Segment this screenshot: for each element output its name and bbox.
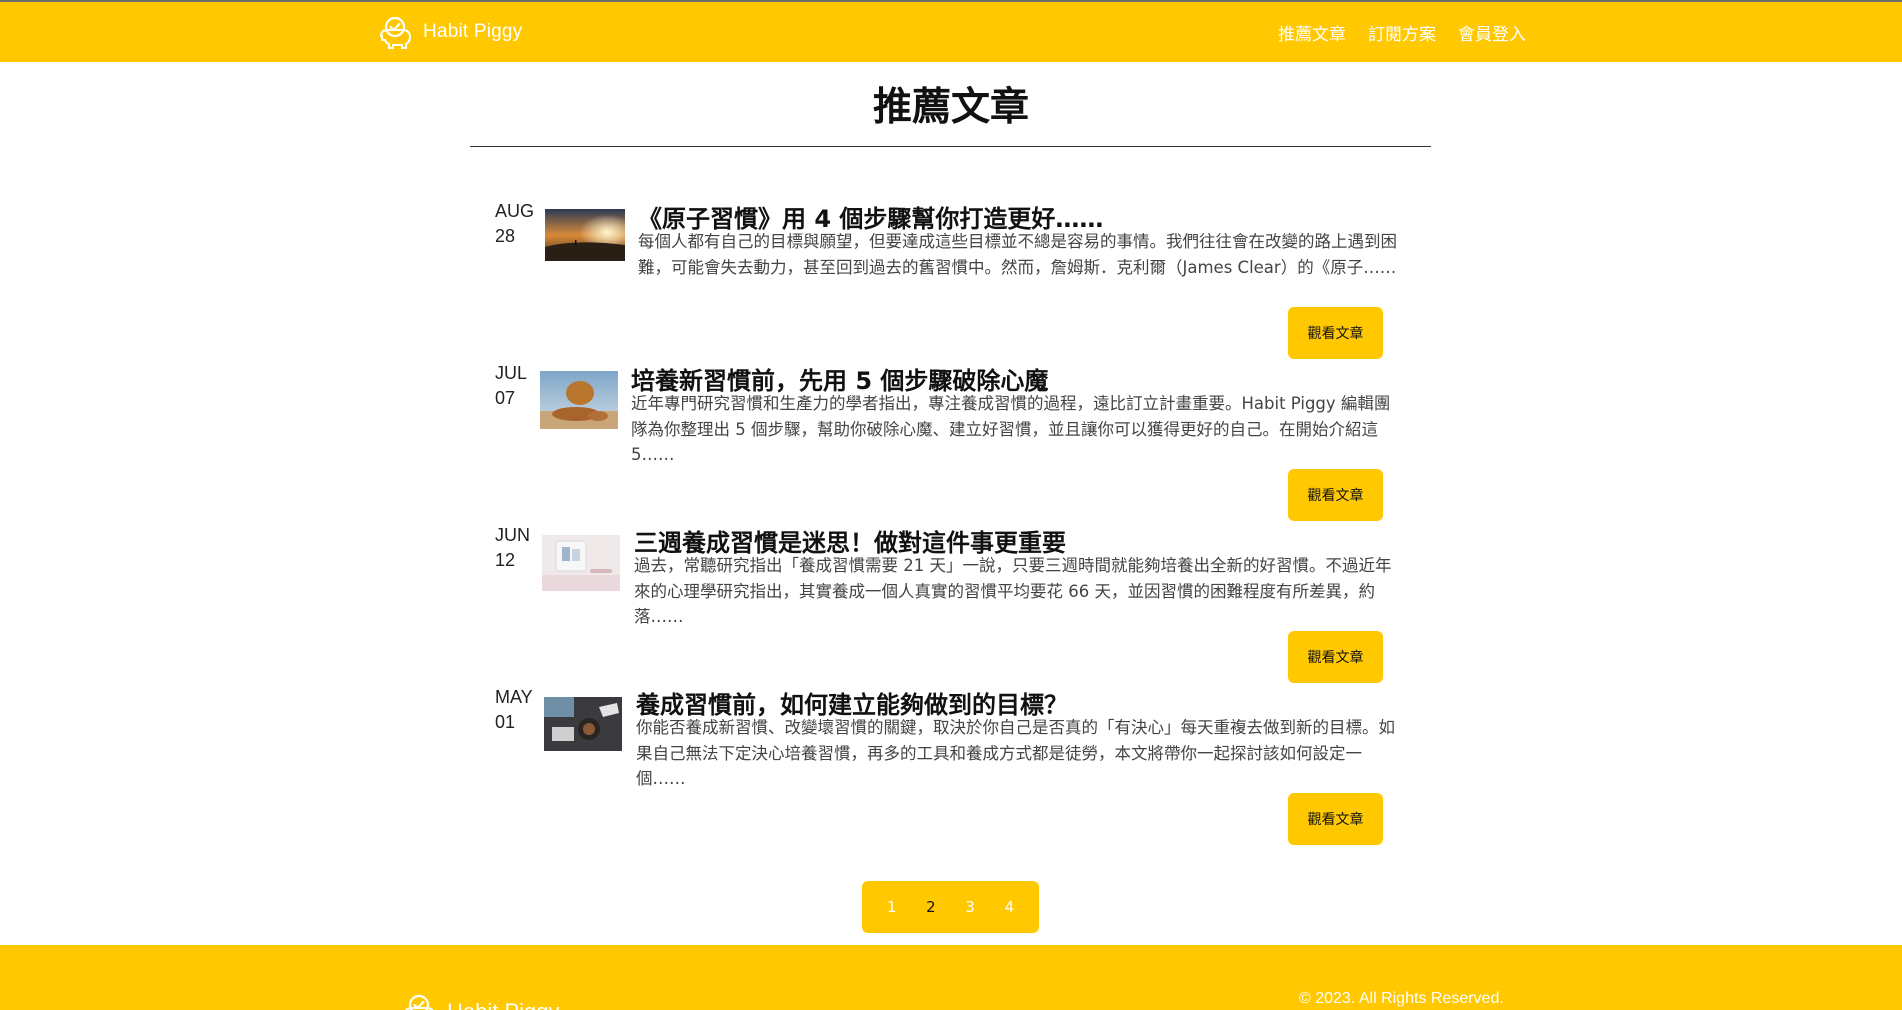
footer-brand-logo[interactable]: Habit Piggy	[401, 992, 560, 1010]
brand-logo[interactable]: Habit Piggy	[377, 14, 522, 50]
navbar: Habit Piggy 推薦文章 訂閱方案 會員登入	[0, 2, 1902, 62]
article-excerpt: 每個人都有自己的目標與願望，但要達成這些目標並不總是容易的事情。我們往往會在改變…	[638, 232, 1397, 277]
article-excerpt: 你能否養成新習慣、改變壞習慣的關鍵，取決於你自己是否真的「有決心」每天重複去做到…	[636, 718, 1395, 788]
article-thumbnail[interactable]	[545, 209, 625, 261]
article-month: MAY	[495, 687, 533, 707]
piggy-icon	[401, 992, 441, 1010]
main-nav: 推薦文章 訂閱方案 會員登入	[1278, 20, 1526, 45]
article-item: JUN 12 三週養成習慣是迷思！做對這件事更重要 過去，常聽研究指出「養成習慣…	[495, 523, 1405, 683]
article-day: 12	[495, 550, 516, 570]
nav-link-articles[interactable]: 推薦文章	[1278, 20, 1346, 45]
article-month: AUG	[495, 201, 535, 221]
page-4-button[interactable]: 4	[997, 898, 1021, 916]
pagination: 1 2 3 4	[862, 881, 1039, 933]
article-date: MAY 01	[495, 685, 533, 735]
read-article-button[interactable]: 觀看文章	[1288, 793, 1383, 845]
article-thumbnail[interactable]	[540, 371, 618, 429]
article-excerpt: 近年專門研究習慣和生產力的學者指出，專注養成習慣的過程，遠比訂立計畫重要。Hab…	[631, 394, 1391, 464]
piggy-icon	[377, 14, 417, 50]
article-item: AUG 28 《原子習慣》用 4 個步驟幫你打造更好…… 每個人都有自己的目標與	[495, 199, 1405, 359]
page-3-button[interactable]: 3	[958, 898, 982, 916]
article-month: JUL	[495, 363, 528, 383]
article-date: JUL 07	[495, 361, 527, 411]
article-excerpt: 過去，常聽研究指出「養成習慣需要 21 天」一說，只要三週時間就能夠培養出全新的…	[634, 556, 1392, 626]
read-article-button[interactable]: 觀看文章	[1288, 307, 1383, 359]
nav-link-plans[interactable]: 訂閱方案	[1368, 20, 1436, 45]
read-article-button[interactable]: 觀看文章	[1288, 469, 1383, 521]
article-item: JUL 07 培養新習慣前，先用 5 個步驟破除心魔 近年專門研究習慣和生產力的…	[495, 361, 1405, 521]
nav-link-login[interactable]: 會員登入	[1458, 20, 1526, 45]
article-thumbnail[interactable]	[542, 535, 620, 591]
article-item: MAY 01 養成習慣前，如何建立能夠做到的目標？ 你能否養成新習慣、改變壞習慣…	[495, 685, 1405, 845]
article-date: AUG 28	[495, 199, 534, 249]
copyright-text: © 2023. All Rights Reserved.	[1299, 990, 1504, 1007]
title-divider	[470, 146, 1431, 147]
article-thumbnail[interactable]	[544, 697, 622, 751]
page-title: 推薦文章	[872, 85, 1029, 130]
article-day: 07	[495, 388, 516, 408]
article-date: JUN 12	[495, 523, 530, 573]
article-day: 01	[495, 712, 516, 732]
footer: Habit Piggy © 2023. All Rights Reserved.	[0, 945, 1902, 1010]
article-month: JUN	[495, 525, 530, 545]
brand-name: Habit Piggy	[423, 21, 523, 42]
footer-brand-name: Habit Piggy	[447, 999, 560, 1010]
read-article-button[interactable]: 觀看文章	[1288, 631, 1383, 683]
page-2-button[interactable]: 2	[919, 898, 943, 916]
page-1-button[interactable]: 1	[880, 898, 904, 916]
article-day: 28	[495, 226, 516, 246]
